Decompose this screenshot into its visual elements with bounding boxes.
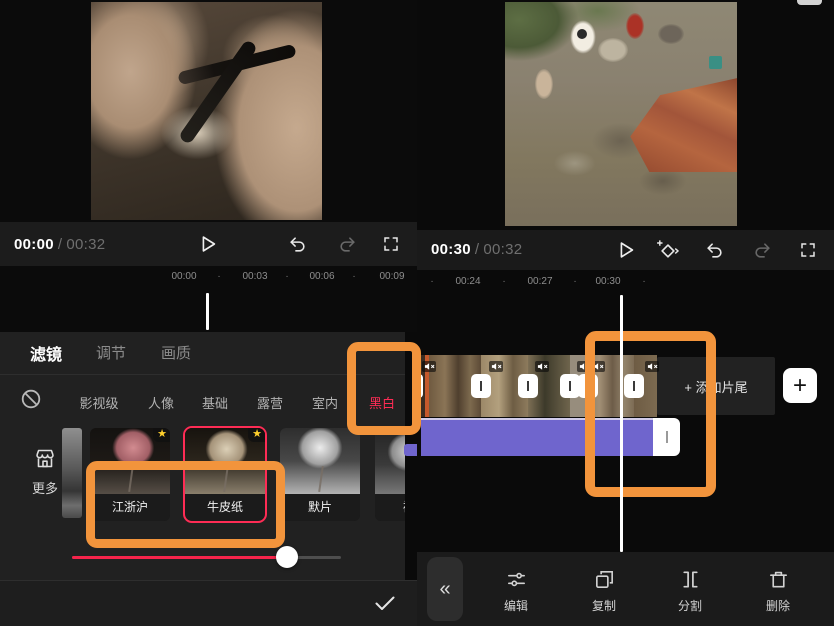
edit-sliders-icon [505,568,528,591]
confirm-bar [0,581,417,626]
category-camping[interactable]: 露营 [257,393,283,412]
tool-label: 删除 [766,597,790,614]
filter-intensity-slider[interactable] [72,556,341,559]
figure [535,69,553,99]
undo-icon[interactable] [705,241,724,260]
audio-track-edge [404,444,417,456]
ruler-tick: 00:03 [242,271,267,282]
ruler-dot: · [573,276,576,287]
category-portrait[interactable]: 人像 [148,393,174,412]
app-screenshot: 00:00/00:32 00:00 · 00:03 · 00:06 · 00:0… [0,0,834,626]
clip-toolbar: « 编辑 复制 分割 [417,552,834,626]
category-cinematic[interactable]: 影视级 [79,393,118,412]
category-basic[interactable]: 基础 [202,393,228,412]
confirm-check-icon[interactable] [374,595,396,612]
transition-handle[interactable] [471,374,491,398]
ruler-tick: 00:24 [455,276,480,287]
collapse-toolbar-button[interactable]: « [427,557,463,621]
brick-pile [630,78,737,172]
keyframe-icon[interactable] [655,238,680,263]
split-icon [679,568,702,591]
time-display: 00:00/00:32 [14,236,105,253]
timeline-ruler-left[interactable]: 00:00 · 00:03 · 00:06 · 00:09 [0,271,417,287]
transition-handle[interactable] [560,374,580,398]
playhead-left [206,293,209,330]
timeline-editor-panel: 00:30/00:32 · [417,0,834,626]
store-icon[interactable] [33,446,57,472]
ruler-dot: · [217,271,220,282]
transition-handle[interactable] [518,374,538,398]
playback-bar-left: 00:00/00:32 [0,222,417,266]
time-total: 00:32 [66,236,105,253]
tool-copy[interactable]: 复制 [574,568,634,614]
undo-icon[interactable] [288,235,307,254]
fullscreen-icon[interactable] [382,235,400,253]
tool-edit[interactable]: 编辑 [486,568,546,614]
preview-image-worksite [505,2,737,226]
filter-name: 默片 [280,494,360,521]
playhead-right [620,295,623,552]
ruler-tick: 00:27 [527,276,552,287]
time-current: 00:30 [431,241,471,258]
pen-shape-2 [178,39,258,145]
redo-icon[interactable] [753,241,772,260]
play-button[interactable] [197,233,219,255]
ruler-dot: · [285,271,288,282]
figure [626,13,644,39]
no-filter-icon[interactable] [20,388,42,410]
add-track-button[interactable]: + [783,368,817,403]
timeline-ruler-right[interactable]: · 00:24 · 00:27 · 00:30 · [417,276,834,292]
ruler-dot: · [430,276,433,287]
annotation-box-blackwhite-category [347,342,421,435]
filter-tile-partial[interactable] [62,428,82,518]
ruler-dot: · [502,276,505,287]
ruler-tick: 00:06 [309,271,334,282]
redo-icon[interactable] [338,235,357,254]
trash-icon [767,568,790,591]
tool-label: 分割 [678,597,702,614]
clip-mute-icon[interactable] [422,361,436,372]
ruler-tick: 00:00 [171,271,196,282]
filter-tile[interactable]: 默片 [280,428,360,521]
tool-label: 复制 [592,597,616,614]
ruler-tick: 00:09 [379,271,404,282]
figure [658,24,684,44]
collapse-icon: « [439,578,450,601]
preview-image-hands-pen [91,2,322,220]
slider-fill [72,556,287,559]
fullscreen-icon[interactable] [799,241,817,259]
bucket [709,56,722,69]
figure-detail [577,29,587,39]
video-preview-left [91,2,322,220]
tab-quality[interactable]: 画质 [161,342,191,363]
clip-mute-icon[interactable] [489,361,503,372]
tool-delete[interactable]: 删除 [748,568,808,614]
ruler-tick: 00:30 [595,276,620,287]
category-indoor[interactable]: 室内 [312,393,338,412]
slider-handle[interactable] [276,546,298,568]
screen-notch-artifact [797,0,822,5]
tab-filter[interactable]: 滤镜 [30,341,62,365]
time-current: 00:00 [14,236,54,253]
annotation-box-filter-tiles [86,461,285,548]
tool-split[interactable]: 分割 [660,568,720,614]
more-label[interactable]: 更多 [32,478,58,497]
figure [598,38,628,62]
copy-icon [593,568,616,591]
clip-mute-icon[interactable] [535,361,549,372]
time-total: 00:32 [483,241,522,258]
vip-star-icon: ★ [248,428,265,442]
time-display: 00:30/00:32 [431,241,522,258]
playback-bar-right: 00:30/00:32 [417,230,834,270]
tool-label: 编辑 [504,597,528,614]
vip-star-icon: ★ [153,428,170,442]
ruler-dot: · [352,271,355,282]
plus-icon: + [793,374,807,398]
video-preview-right [505,2,737,226]
annotation-box-playhead [585,331,716,497]
tab-adjust[interactable]: 调节 [96,342,126,363]
ruler-dot: · [642,276,645,287]
play-button[interactable] [615,239,637,261]
